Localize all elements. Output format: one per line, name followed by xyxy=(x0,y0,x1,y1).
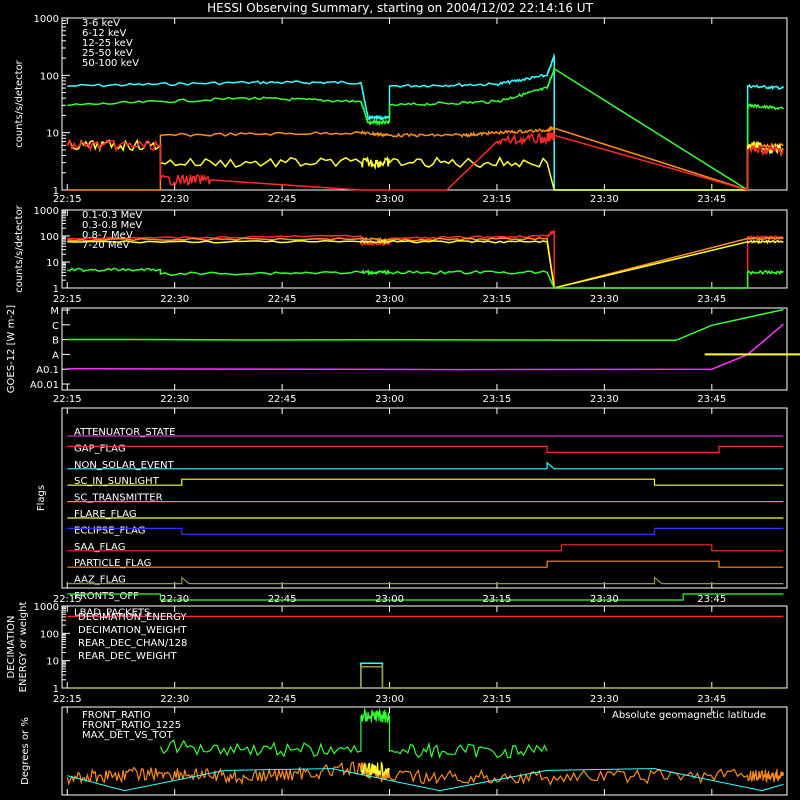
panel2-ytick-label: 10 xyxy=(46,258,59,269)
panel4-time-label: 23:30 xyxy=(590,594,619,605)
panel3-frame xyxy=(61,307,788,391)
panel3-series-line xyxy=(67,323,784,371)
panel3-ylabel: GOES-12 [W m-2] xyxy=(6,305,17,393)
panel2-legend-entry: 7-20 MeV xyxy=(82,240,130,251)
panel1-time-label: 22:15 xyxy=(53,194,82,205)
plot-title: HESSI Observing Summary, starting on 200… xyxy=(207,1,593,15)
panel2-time-label: 22:15 xyxy=(53,294,82,305)
panel2-time-label: 23:15 xyxy=(483,294,512,305)
panel2-series-line xyxy=(67,236,784,289)
panel5-legend-entry: REAR_DEC_WEIGHT xyxy=(78,651,177,662)
panel4-time-label: 22:45 xyxy=(268,594,297,605)
panel5-time-label: 23:15 xyxy=(483,694,512,705)
panel1-series-line xyxy=(67,67,784,192)
panel5-legend-entry: DECIMATION_WEIGHT xyxy=(78,625,187,636)
panel3-time-label: 23:00 xyxy=(375,394,404,405)
panel5-time-label: 22:30 xyxy=(160,694,189,705)
panel2-time-label: 23:45 xyxy=(697,294,726,305)
panel3-ytick-label: A xyxy=(52,350,59,361)
panel2-time-label: 22:30 xyxy=(160,294,189,305)
panel3-ytick-label: A0.01 xyxy=(30,380,59,391)
panel4-time-label: 22:30 xyxy=(160,594,189,605)
panel2-ylabel: counts/s/detector xyxy=(14,204,25,292)
flag-label: FRONTS_OFF xyxy=(74,591,139,602)
panel1-ytick-label: 100 xyxy=(40,71,59,82)
panel5-ylabel: DECIMATION xyxy=(6,615,17,678)
panel3-time-label: 22:15 xyxy=(53,394,82,405)
panel2-time-label: 23:00 xyxy=(375,294,404,305)
panel3-ytick-label: B xyxy=(52,336,59,347)
panel6-ylabel: Degrees or % xyxy=(20,717,31,785)
panel1-ytick-label: 10 xyxy=(46,129,59,140)
panel3-series-line xyxy=(67,308,784,342)
panel1-legend-entry: 50-100 keV xyxy=(82,58,139,69)
summary-plot: HESSI Observing Summary, starting on 200… xyxy=(6,1,800,796)
panel5-ytick-label: 100 xyxy=(40,629,59,640)
panel1-time-label: 22:45 xyxy=(268,194,297,205)
panel3-ytick-label: C xyxy=(52,321,59,332)
panel2-series-line xyxy=(67,239,784,289)
panel5-ytick-label: 10 xyxy=(46,657,59,668)
panel3-time-label: 23:15 xyxy=(483,394,512,405)
panel4-ylabel: Flags xyxy=(36,485,47,511)
panel4-time-label: 23:45 xyxy=(697,594,726,605)
panel3-ytick-label: M xyxy=(50,306,59,317)
panel6-series-line xyxy=(159,707,548,759)
panel1-ytick-label: 1000 xyxy=(34,14,59,25)
flag-step-line xyxy=(67,544,784,552)
panel2-time-label: 23:30 xyxy=(590,294,619,305)
panel5-time-label: 22:15 xyxy=(53,694,82,705)
flag-label: ECLIPSE_FLAG xyxy=(74,525,145,536)
panel3-time-label: 22:30 xyxy=(160,394,189,405)
panel2-time-label: 22:45 xyxy=(268,294,297,305)
panel5-legend-entry: REAR_DEC_CHAN/128 xyxy=(78,638,187,649)
flag-step-line xyxy=(67,478,784,486)
panel1-time-label: 22:30 xyxy=(160,194,189,205)
panel5-ytick-label: 1000 xyxy=(34,602,59,613)
hessi-summary: HESSI Observing Summary, starting on 200… xyxy=(0,0,800,800)
panel4-time-label: 23:15 xyxy=(483,594,512,605)
flag-step-line xyxy=(67,445,784,453)
flag-label: GAP_FLAG xyxy=(74,443,126,454)
panel1-time-label: 23:45 xyxy=(697,194,726,205)
panel5-time-label: 23:45 xyxy=(697,694,726,705)
panel3-ytick-label: A0.1 xyxy=(36,365,59,376)
flag-step-line xyxy=(67,527,784,536)
panel5-ylabel-2: ENERGY or weight xyxy=(18,602,29,693)
panel5-time-label: 23:00 xyxy=(375,694,404,705)
panel3-time-label: 23:30 xyxy=(590,394,619,405)
panel1-time-label: 23:00 xyxy=(375,194,404,205)
panel1-time-label: 23:15 xyxy=(483,194,512,205)
panel5-legend-entry: DECIMATION_ENERGY xyxy=(78,612,187,623)
panel3-time-label: 22:45 xyxy=(268,394,297,405)
panel6-legend-entry: MAX_DET_VS_TOT xyxy=(82,730,174,741)
panel5-time-label: 23:30 xyxy=(590,694,619,705)
panel4-time-label: 23:00 xyxy=(375,594,404,605)
flag-step-line xyxy=(67,461,784,470)
panel3-time-label: 23:45 xyxy=(697,394,726,405)
panel2-frame xyxy=(61,209,788,289)
panel1-ylabel: counts/s/detector xyxy=(14,59,25,147)
panel6-legend-entry: Absolute geomagnetic latitude xyxy=(612,710,766,721)
panel1-series-line xyxy=(66,131,784,191)
panel5-time-label: 22:45 xyxy=(268,694,297,705)
panel1-time-label: 23:30 xyxy=(590,194,619,205)
panel2-ytick-label: 1000 xyxy=(34,206,59,217)
panel1-series-line xyxy=(67,125,784,192)
panel2-ytick-label: 100 xyxy=(40,232,59,243)
flag-step-line xyxy=(67,560,784,568)
